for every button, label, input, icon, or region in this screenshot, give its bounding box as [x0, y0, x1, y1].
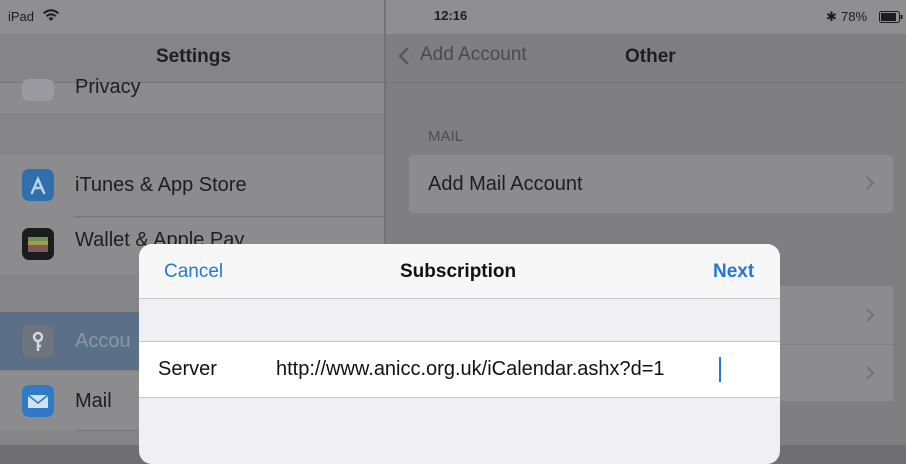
add-mail-account-row[interactable]: Add Mail Account — [409, 155, 893, 213]
cancel-button[interactable]: Cancel — [164, 261, 223, 283]
divider — [75, 216, 384, 217]
bluetooth-icon: ✱ — [826, 9, 837, 24]
sidebar-item-label: Privacy — [75, 76, 141, 98]
server-input[interactable]: http://www.anicc.org.uk/iCalendar.ashx?d… — [276, 358, 665, 381]
battery-icon — [879, 10, 903, 28]
clock: 12:16 — [434, 8, 468, 23]
sidebar-item-label: Mail — [75, 390, 112, 412]
server-row[interactable]: Server http://www.anicc.org.uk/iCalendar… — [139, 341, 780, 398]
chevron-right-icon — [865, 365, 875, 386]
chevron-left-icon — [398, 46, 410, 71]
sidebar-item-privacy[interactable]: Privacy — [0, 76, 384, 113]
section-spacer — [139, 299, 780, 341]
mail-icon — [22, 385, 54, 417]
modal-nav-bar: Cancel Subscription Next — [139, 244, 780, 299]
accounts-key-icon — [22, 325, 54, 357]
text-cursor — [719, 357, 721, 382]
wallet-icon — [22, 228, 54, 260]
server-label: Server — [158, 358, 217, 380]
sidebar-item-itunes-app-store[interactable]: iTunes & App Store — [0, 155, 384, 217]
chevron-right-icon — [865, 307, 875, 328]
next-button[interactable]: Next — [713, 261, 754, 283]
wifi-icon — [42, 8, 60, 27]
subscription-modal: Cancel Subscription Next Server http://w… — [139, 244, 780, 464]
section-header-mail: MAIL — [428, 128, 464, 145]
privacy-hand-icon — [22, 79, 54, 101]
settings-title: Settings — [156, 46, 231, 67]
battery-percent: 78% — [841, 9, 868, 24]
row-label: Add Mail Account — [428, 173, 583, 195]
device-label: iPad — [8, 9, 35, 24]
app-store-icon — [22, 169, 54, 201]
back-label: Add Account — [420, 44, 527, 65]
sidebar-item-label: Accou — [75, 330, 131, 352]
detail-title: Other — [625, 46, 676, 67]
modal-title: Subscription — [400, 261, 517, 282]
divider — [386, 82, 906, 83]
sidebar-item-label: iTunes & App Store — [75, 174, 247, 196]
chevron-right-icon — [865, 175, 875, 196]
status-bar: iPad 12:16 ✱ 78% — [0, 0, 906, 34]
